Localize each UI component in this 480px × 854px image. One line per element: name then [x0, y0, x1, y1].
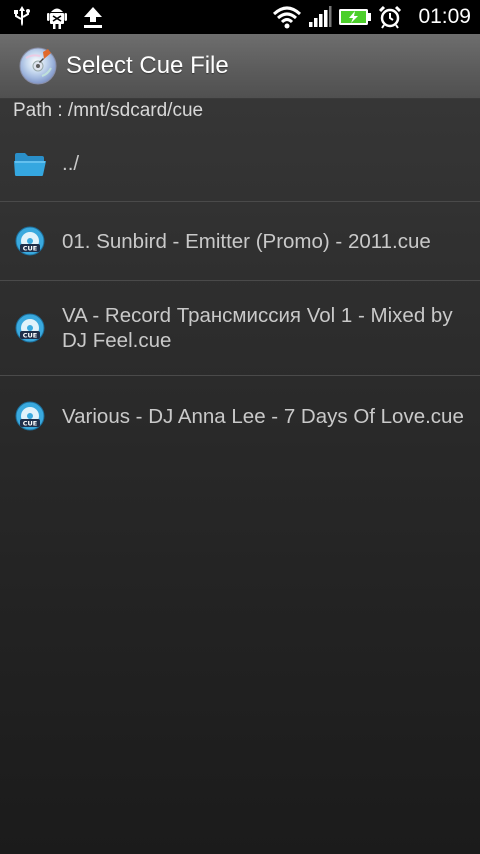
list-item-cue-file[interactable]: CUE VA - Record Трансмиссия Vol 1 - Mixe… [0, 281, 480, 376]
svg-text:CUE: CUE [23, 420, 38, 428]
cd-app-icon [18, 46, 58, 86]
list-item-label: Various - DJ Anna Lee - 7 Days Of Love.c… [62, 404, 464, 428]
list-item-parent-folder[interactable]: ../ [0, 126, 480, 202]
page-title: Select Cue File [66, 52, 229, 79]
upload-icon [82, 5, 104, 29]
svg-text:CUE: CUE [23, 332, 38, 340]
folder-icon [0, 150, 62, 178]
battery-charging-icon [338, 7, 372, 27]
alarm-icon [378, 5, 402, 29]
cue-file-icon: CUE [0, 226, 62, 256]
svg-text:CUE: CUE [23, 245, 38, 253]
list-item-cue-file[interactable]: CUE Various - DJ Anna Lee - 7 Days Of Lo… [0, 376, 480, 456]
cue-file-icon: CUE [0, 313, 62, 343]
current-path: Path : /mnt/sdcard/cue [13, 100, 204, 121]
status-clock: 01:09 [418, 5, 471, 28]
signal-icon [308, 6, 332, 28]
status-left-icons [0, 0, 104, 34]
status-right-icons: 01:09 [272, 0, 480, 34]
status-bar: 01:09 [0, 0, 480, 34]
usb-icon [12, 5, 32, 29]
wifi-icon [272, 5, 302, 29]
list-item-label: 01. Sunbird - Emitter (Promo) - 2011.cue [62, 229, 431, 253]
file-list: ../ CUE 01. Sunbird - Emitter (Promo) - … [0, 126, 480, 456]
cue-file-icon: CUE [0, 401, 62, 431]
title-bar: Select Cue File [0, 34, 480, 99]
android-debug-icon [46, 4, 68, 30]
list-item-label: VA - Record Трансмиссия Vol 1 - Mixed by… [62, 304, 453, 352]
list-item-cue-file[interactable]: CUE 01. Sunbird - Emitter (Promo) - 2011… [0, 202, 480, 281]
list-item-label: ../ [62, 152, 80, 175]
